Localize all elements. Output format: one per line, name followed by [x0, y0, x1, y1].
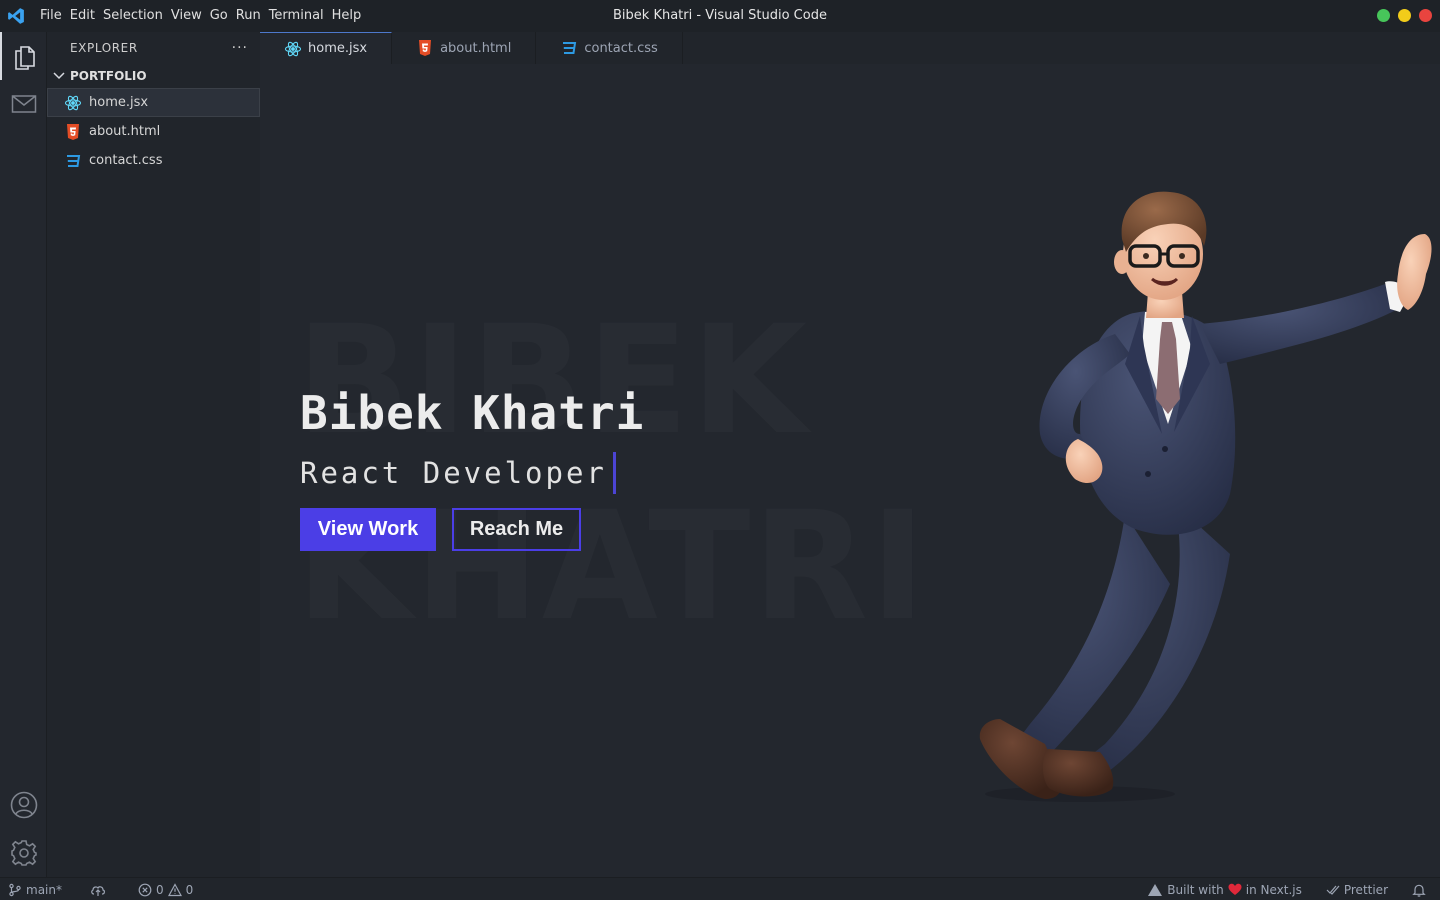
menu-go[interactable]: Go [206, 0, 232, 32]
maximize-button[interactable] [1377, 9, 1390, 22]
tab-label: home.jsx [308, 41, 368, 56]
warning-icon [167, 882, 182, 896]
menu-help[interactable]: Help [328, 0, 366, 32]
file-item-contact-css[interactable]: contact.css [47, 146, 260, 175]
menu-file[interactable]: File [36, 0, 66, 32]
html5-icon [416, 39, 434, 57]
menu-edit[interactable]: Edit [66, 0, 99, 32]
chevron-down-icon [51, 68, 67, 84]
editor-tab-bar: home.jsx about.html contact.css [260, 32, 1440, 64]
hero-role: React Developer [300, 452, 616, 494]
tab-about-html[interactable]: about.html [392, 32, 537, 64]
file-item-home-jsx[interactable]: home.jsx [47, 88, 260, 117]
menu-selection[interactable]: Selection [99, 0, 167, 32]
menu-terminal[interactable]: Terminal [265, 0, 328, 32]
double-check-icon [1326, 885, 1340, 895]
hero-role-text: React Developer [300, 456, 607, 490]
prettier-status[interactable]: Prettier [1326, 883, 1388, 897]
title-bar: File Edit Selection View Go Run Terminal… [0, 0, 1440, 32]
file-name: about.html [89, 124, 161, 139]
menu-view[interactable]: View [167, 0, 206, 32]
mail-icon[interactable] [0, 80, 47, 128]
typing-caret [612, 452, 616, 494]
account-icon[interactable] [0, 781, 47, 829]
reach-me-button[interactable]: Reach Me [452, 508, 581, 551]
status-right: Built with in Next.js Prettier [1147, 878, 1426, 900]
file-item-about-html[interactable]: about.html [47, 117, 260, 146]
heart-icon [1228, 883, 1242, 895]
businessman-character-illustration [979, 191, 1432, 802]
notifications-bell-icon[interactable] [1412, 883, 1426, 897]
activity-bar [0, 32, 47, 877]
git-branch-icon [9, 883, 21, 896]
built-with-nextjs[interactable]: Built with in Next.js [1147, 883, 1302, 897]
explorer-panel: EXPLORER ··· PORTFOLIO home.jsx about.ht… [47, 32, 260, 877]
git-branch-name: main* [26, 882, 62, 897]
folder-name: PORTFOLIO [70, 69, 147, 83]
editor-area: BIBEK KHATRI Bibek Khatri React Develope… [260, 64, 1440, 877]
file-name: contact.css [89, 153, 163, 168]
more-actions-icon[interactable]: ··· [232, 40, 248, 56]
sync-cloud-icon[interactable] [90, 883, 106, 897]
window-controls [1377, 9, 1432, 22]
git-branch[interactable]: main* [8, 883, 62, 897]
explorer-title: EXPLORER [70, 41, 138, 55]
html5-icon [64, 123, 82, 141]
explorer-icon[interactable] [0, 32, 47, 80]
menu-run[interactable]: Run [232, 0, 265, 32]
vscode-logo-icon [0, 0, 32, 32]
folder-portfolio[interactable]: PORTFOLIO [47, 64, 260, 88]
error-icon [138, 883, 152, 896]
explorer-header: EXPLORER ··· [47, 32, 260, 64]
warning-count: 0 [185, 882, 194, 897]
tab-label: about.html [440, 40, 512, 56]
tab-home-jsx[interactable]: home.jsx [260, 32, 393, 64]
prettier-label: Prettier [1343, 882, 1388, 897]
status-bar: main* 0 0 Built with in Next.js Prettier [0, 877, 1440, 900]
error-count: 0 [155, 882, 164, 897]
react-icon [64, 94, 82, 112]
close-button[interactable] [1419, 9, 1432, 22]
problems-indicator[interactable]: 0 0 [138, 883, 193, 897]
css3-icon [560, 39, 578, 57]
minimize-button[interactable] [1398, 9, 1411, 22]
tab-contact-css[interactable]: contact.css [536, 32, 683, 64]
file-name: home.jsx [89, 95, 149, 110]
triangle-icon [1148, 883, 1163, 896]
built-with-text: Built with [1167, 882, 1224, 897]
settings-gear-icon[interactable] [0, 829, 47, 877]
hero-name: Bibek Khatri [300, 386, 645, 440]
react-icon [284, 40, 302, 58]
tab-label: contact.css [584, 40, 658, 56]
view-work-button[interactable]: View Work [300, 508, 436, 551]
menu-bar: File Edit Selection View Go Run Terminal… [36, 0, 365, 32]
status-left: main* 0 0 [8, 878, 193, 900]
css3-icon [64, 152, 82, 170]
nextjs-text: in Next.js [1245, 882, 1302, 897]
